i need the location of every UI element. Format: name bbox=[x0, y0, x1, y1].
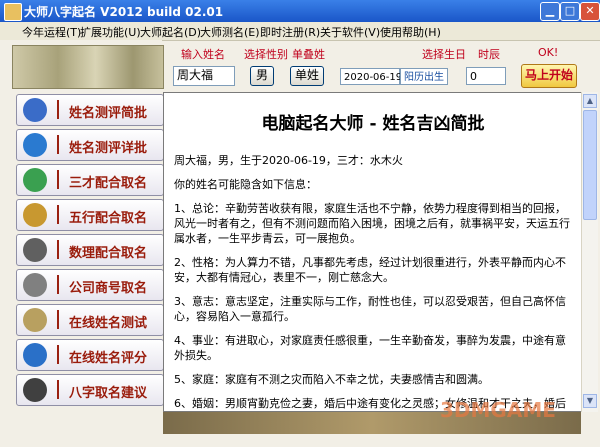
watermark: 3DMGAME bbox=[440, 398, 556, 422]
start-button[interactable]: 马上开始 bbox=[521, 64, 577, 88]
scroll-thumb[interactable] bbox=[583, 110, 597, 220]
report-panel: 电脑起名大师 - 姓名吉凶简批 周大福，男，生于2020-06-19，三才：水木… bbox=[163, 92, 583, 412]
single-double-label: 单叠姓 bbox=[292, 48, 325, 61]
minimize-icon: ▁ bbox=[545, 4, 555, 17]
report-paragraph: 1、总论：辛勤劳苦收获有限，家庭生活也不宁静，依势力程度得到相当的回报，风光一时… bbox=[174, 202, 570, 245]
ie-icon bbox=[23, 133, 47, 157]
single-double-button[interactable]: 单姓 bbox=[290, 66, 324, 86]
nav-label: 八字取名建议 bbox=[69, 386, 148, 401]
nav-divider bbox=[57, 240, 59, 259]
nav-button-gongsi[interactable]: 公司商号取名 bbox=[16, 269, 164, 301]
maximize-button[interactable]: □ bbox=[560, 2, 580, 21]
nav-button-online-test[interactable]: 在线姓名测试 bbox=[16, 304, 164, 336]
report-heading: 电脑起名大师 - 姓名吉凶简批 bbox=[261, 114, 485, 134]
nav-divider bbox=[57, 345, 59, 364]
birthday-input[interactable]: 2020-06-19 bbox=[340, 68, 402, 85]
window-title: 大师八字起名 V2012 build 02.01 bbox=[24, 5, 224, 19]
nav-divider bbox=[57, 310, 59, 329]
nav-button-jianpi[interactable]: 姓名测评简批 bbox=[16, 94, 164, 126]
menu-item-about[interactable]: 关于软件(V) bbox=[320, 24, 380, 40]
report-paragraph: 2、性格：为人算力不错，凡事都先考虑，经过计划很重进行，外表平静而内心不安，大都… bbox=[174, 256, 566, 284]
report-paragraph: 你的姓名可能隐含如下信息： bbox=[174, 178, 317, 191]
app-icon bbox=[4, 3, 22, 21]
nav-divider bbox=[57, 135, 59, 154]
calendar-select[interactable]: 阳历出生 bbox=[400, 68, 448, 85]
report-body: 周大福，男，生于2020-06-19，三才：水木火 你的姓名可能隐含如下信息： … bbox=[174, 153, 574, 411]
menu-item-register[interactable]: 即时注册(R) bbox=[260, 24, 320, 40]
date-label: 选择生日 bbox=[422, 48, 466, 61]
close-button[interactable]: ✕ bbox=[580, 2, 600, 21]
scroll-up-icon[interactable]: ▲ bbox=[583, 94, 597, 108]
menu-item-extend[interactable]: 扩展功能(U) bbox=[80, 24, 141, 40]
landscape-painting bbox=[12, 45, 164, 89]
name-input[interactable]: 周大福 bbox=[173, 66, 235, 86]
maximize-icon: □ bbox=[564, 4, 576, 17]
nav-button-bazi[interactable]: 八字取名建议 bbox=[16, 374, 164, 406]
gems-icon bbox=[23, 168, 47, 192]
gender-button[interactable]: 男 bbox=[250, 66, 274, 86]
nav-button-online-score[interactable]: 在线姓名评分 bbox=[16, 339, 164, 371]
nav-button-shuli[interactable]: 数理配合取名 bbox=[16, 234, 164, 266]
ok-label: OK! bbox=[538, 46, 559, 59]
person-icon bbox=[23, 378, 47, 402]
menu-item-help[interactable]: 使用帮助(H) bbox=[380, 24, 441, 40]
close-icon: ✕ bbox=[585, 4, 595, 17]
coins-icon bbox=[23, 203, 47, 227]
nav-label: 三才配合取名 bbox=[69, 176, 148, 191]
report-paragraph: 5、家庭：家庭有不测之灾而陷入不幸之忧，夫妻感情吉和圆满。 bbox=[174, 373, 489, 386]
scroll-down-icon[interactable]: ▼ bbox=[583, 394, 597, 408]
nav-label: 在线姓名评分 bbox=[69, 351, 148, 366]
nav-label: 数理配合取名 bbox=[69, 246, 148, 261]
building-icon bbox=[23, 273, 47, 297]
rings-icon bbox=[23, 343, 47, 367]
nav-button-xiangpi[interactable]: 姓名测评详批 bbox=[16, 129, 164, 161]
report-paragraph: 3、意志：意志坚定，注重实际与工作，耐性也佳，可以忍受艰苦，但自己高怀信心，容易… bbox=[174, 295, 566, 323]
nav-divider bbox=[57, 100, 59, 119]
menu-item-qiming[interactable]: 大师起名(D) bbox=[140, 24, 201, 40]
hour-select[interactable]: 0 bbox=[466, 67, 506, 85]
title-bar[interactable]: 大师八字起名 V2012 build 02.01 ▁ □ ✕ bbox=[0, 0, 600, 22]
menu-bar: 今年运程(T) 扩展功能(U) 大师起名(D) 大师测名(E) 即时注册(R) … bbox=[0, 22, 600, 41]
nav-label: 公司商号取名 bbox=[69, 281, 148, 296]
name-label: 输入姓名 bbox=[181, 48, 225, 61]
menu-item-ceming[interactable]: 大师测名(E) bbox=[200, 24, 260, 40]
nav-label: 姓名测评详批 bbox=[69, 141, 148, 156]
nav-button-wuxing[interactable]: 五行配合取名 bbox=[16, 199, 164, 231]
nav-label: 在线姓名测试 bbox=[69, 316, 148, 331]
abacus-icon bbox=[23, 238, 47, 262]
nav-divider bbox=[57, 275, 59, 294]
document-icon bbox=[23, 98, 47, 122]
minimize-button[interactable]: ▁ bbox=[540, 2, 560, 21]
hour-label: 时辰 bbox=[478, 48, 500, 61]
nav-divider bbox=[57, 205, 59, 224]
menu-item-yuncheng[interactable]: 今年运程(T) bbox=[22, 24, 81, 40]
report-paragraph: 周大福，男，生于2020-06-19，三才：水木火 bbox=[174, 154, 403, 167]
nav-label: 五行配合取名 bbox=[69, 211, 148, 226]
nav-button-sancai[interactable]: 三才配合取名 bbox=[16, 164, 164, 196]
vertical-scrollbar[interactable]: ▲ ▼ bbox=[581, 92, 598, 412]
nav-label: 姓名测评简批 bbox=[69, 106, 148, 121]
nav-divider bbox=[57, 380, 59, 399]
gender-label: 选择性别 bbox=[244, 48, 288, 61]
report-paragraph: 4、事业：有进取心，对家庭责任感很重，一生辛勤奋发，事醉为发震，中途有意外损失。 bbox=[174, 334, 566, 362]
nav-divider bbox=[57, 170, 59, 189]
app-window: 大师八字起名 V2012 build 02.01 ▁ □ ✕ 今年运程(T) 扩… bbox=[0, 0, 600, 447]
fan-icon bbox=[23, 308, 47, 332]
